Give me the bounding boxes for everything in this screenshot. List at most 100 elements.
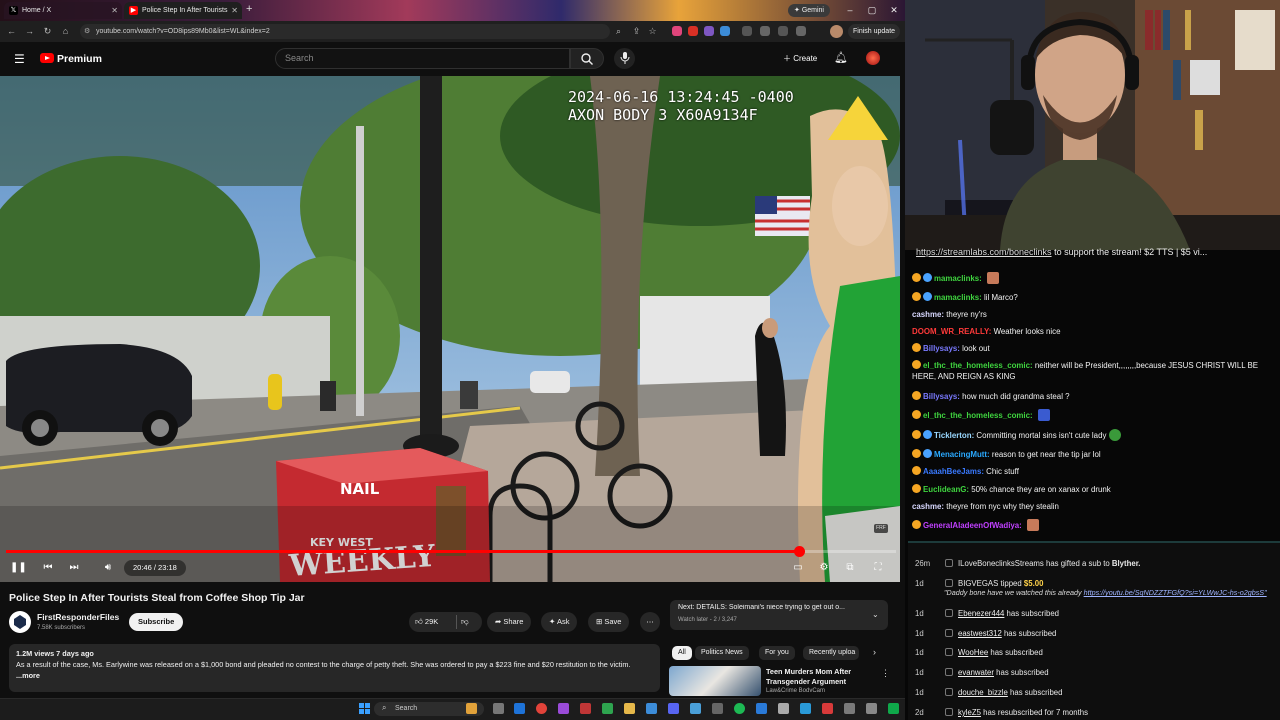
event-username[interactable]: douche_bizzle [958, 688, 1008, 697]
recommended-thumbnail[interactable] [669, 666, 761, 696]
new-tab-icon[interactable]: + [246, 3, 252, 15]
event-username[interactable]: eastwest312 [958, 629, 1002, 638]
finish-update-button[interactable]: Finish update [848, 24, 901, 39]
bookmark-star-icon[interactable]: ☆ [646, 25, 659, 38]
chat-username[interactable]: AaaahBeeJams: [923, 467, 984, 476]
sidebar-icon[interactable] [796, 26, 806, 36]
share-button[interactable]: ➦ Share [487, 612, 532, 632]
streamlabs-link[interactable]: https://streamlabs.com/boneclinks [916, 247, 1052, 257]
chat-username[interactable]: MenacingMutt: [934, 450, 990, 459]
pause-icon[interactable]: ❚❚ [10, 561, 27, 575]
chip-politics-news[interactable]: Politics News [695, 646, 749, 660]
subscribe-button[interactable]: Subscribe [129, 613, 184, 631]
close-window-icon[interactable]: ✕ [887, 3, 901, 17]
chat-username[interactable]: cashme: [912, 502, 944, 511]
chip-all[interactable]: All [672, 646, 692, 660]
extension-icon[interactable] [688, 26, 698, 36]
forward-icon[interactable]: → [23, 25, 36, 38]
chat-username[interactable]: Billysays: [923, 344, 960, 353]
tip-message-link[interactable]: https://youtu.be/SqNDZZTFGfQ?si=YLWwJC-h… [1084, 588, 1267, 597]
chevron-right-icon[interactable]: › [873, 647, 876, 657]
discord-icon[interactable] [668, 703, 679, 714]
gemini-button[interactable]: ✦ Gemini [788, 4, 830, 17]
search-highlight-icon[interactable] [466, 703, 477, 714]
task-view-icon[interactable] [493, 703, 504, 714]
volume-icon[interactable]: 🔊︎ [100, 561, 116, 575]
event-username[interactable]: BIGVEGAS [958, 579, 998, 588]
chat-username[interactable]: DOOM_WR_REALLY: [912, 327, 991, 336]
kebab-menu-icon[interactable]: ⋮ [881, 668, 890, 679]
channel-avatar[interactable] [9, 611, 31, 633]
menu-icon[interactable]: ☰ [14, 52, 25, 66]
fullscreen-icon[interactable]: ⛶ [870, 561, 886, 575]
app-icon[interactable] [646, 703, 657, 714]
close-tab-icon[interactable]: ✕ [231, 2, 238, 19]
event-username[interactable]: Ebenezer444 [958, 609, 1004, 618]
site-info-icon[interactable]: ⚙ [84, 27, 90, 35]
chevron-down-icon[interactable]: ⌄ [872, 610, 879, 619]
obs-icon[interactable] [580, 703, 591, 714]
more-actions-icon[interactable]: ⋯ [640, 612, 660, 632]
settings-gear-icon[interactable]: ⚙ [816, 561, 832, 575]
search-input[interactable]: Search [275, 48, 570, 69]
app-icon[interactable] [800, 703, 811, 714]
chat-username[interactable]: cashme: [912, 310, 944, 319]
spotify-icon[interactable] [734, 703, 745, 714]
save-button[interactable]: ⊞ Save [588, 612, 630, 632]
event-username[interactable]: kyleZ5 [958, 708, 981, 717]
extension-icon[interactable] [704, 26, 714, 36]
scrubber-handle[interactable] [793, 546, 805, 557]
app-icon[interactable] [602, 703, 613, 714]
event-username[interactable]: ILoveBoneclinksStreams [958, 559, 1044, 568]
maximize-icon[interactable]: ▢ [865, 3, 879, 17]
url-bar[interactable]: youtube.com/watch?v=OD8ips89Mb0&list=WL&… [80, 24, 610, 39]
extension-icon[interactable] [742, 26, 752, 36]
app-icon[interactable] [778, 703, 789, 714]
chat-username[interactable]: Ticklerton: [934, 431, 974, 440]
chrome-icon[interactable] [536, 703, 547, 714]
create-button[interactable]: ＋ Create [776, 50, 824, 67]
miniplayer-icon[interactable]: ⧉ [842, 561, 858, 575]
youtube-logo[interactable]: Premium [40, 53, 102, 65]
show-more-link[interactable]: ...more [16, 670, 653, 681]
back-icon[interactable]: ← [5, 25, 18, 38]
event-username[interactable]: evanwater [958, 668, 994, 677]
tab-youtube[interactable]: ▶ Police Step In After Tourists ✕ [124, 2, 242, 19]
downloads-icon[interactable] [778, 26, 788, 36]
chat-username[interactable]: EuclideanG: [923, 485, 969, 494]
video-player[interactable]: NAIL KEY WEST WEEKLY [0, 76, 900, 582]
subtitles-icon[interactable]: ▭ [790, 561, 806, 575]
notifications-bell-icon[interactable]: 🔔︎ [834, 51, 848, 64]
minimize-icon[interactable]: – [843, 3, 857, 17]
voice-search-button[interactable] [614, 48, 635, 69]
profile-avatar[interactable] [830, 25, 843, 38]
ask-button[interactable]: ✦ Ask [541, 612, 578, 632]
app-icon[interactable] [690, 703, 701, 714]
app-icon[interactable] [558, 703, 569, 714]
close-tab-icon[interactable]: ✕ [111, 2, 118, 19]
video-progress-bar[interactable] [6, 546, 896, 557]
extension-icon[interactable] [720, 26, 730, 36]
dislike-button[interactable]: 👎︎ [461, 612, 469, 632]
extension-icon[interactable] [672, 26, 682, 36]
chat-username[interactable]: Billysays: [923, 392, 960, 401]
chat-username[interactable]: mamaclinks: [934, 274, 982, 283]
edge-icon[interactable] [514, 703, 525, 714]
chat-username[interactable]: mamaclinks: [934, 293, 982, 302]
search-button[interactable] [570, 48, 604, 69]
channel-name[interactable]: FirstResponderFiles [37, 612, 119, 622]
share-page-icon[interactable]: ⇪ [630, 25, 643, 38]
previous-icon[interactable]: ⏮︎ [40, 561, 56, 575]
app-icon[interactable] [844, 703, 855, 714]
google-lens-icon[interactable]: ⌕ [612, 25, 625, 38]
extensions-puzzle-icon[interactable] [760, 26, 770, 36]
home-icon[interactable]: ⌂ [59, 25, 72, 38]
account-avatar[interactable] [866, 51, 880, 65]
chat-username[interactable]: el_thc_the_homeless_comic: [923, 361, 1033, 370]
app-icon[interactable] [712, 703, 723, 714]
chip-recently-uploaded[interactable]: Recently uploa [803, 646, 859, 660]
chat-username[interactable]: el_thc_the_homeless_comic: [923, 411, 1033, 420]
app-icon[interactable] [756, 703, 767, 714]
channel-watermark-icon[interactable]: FRF [874, 524, 888, 533]
chip-for-you[interactable]: For you [759, 646, 795, 660]
